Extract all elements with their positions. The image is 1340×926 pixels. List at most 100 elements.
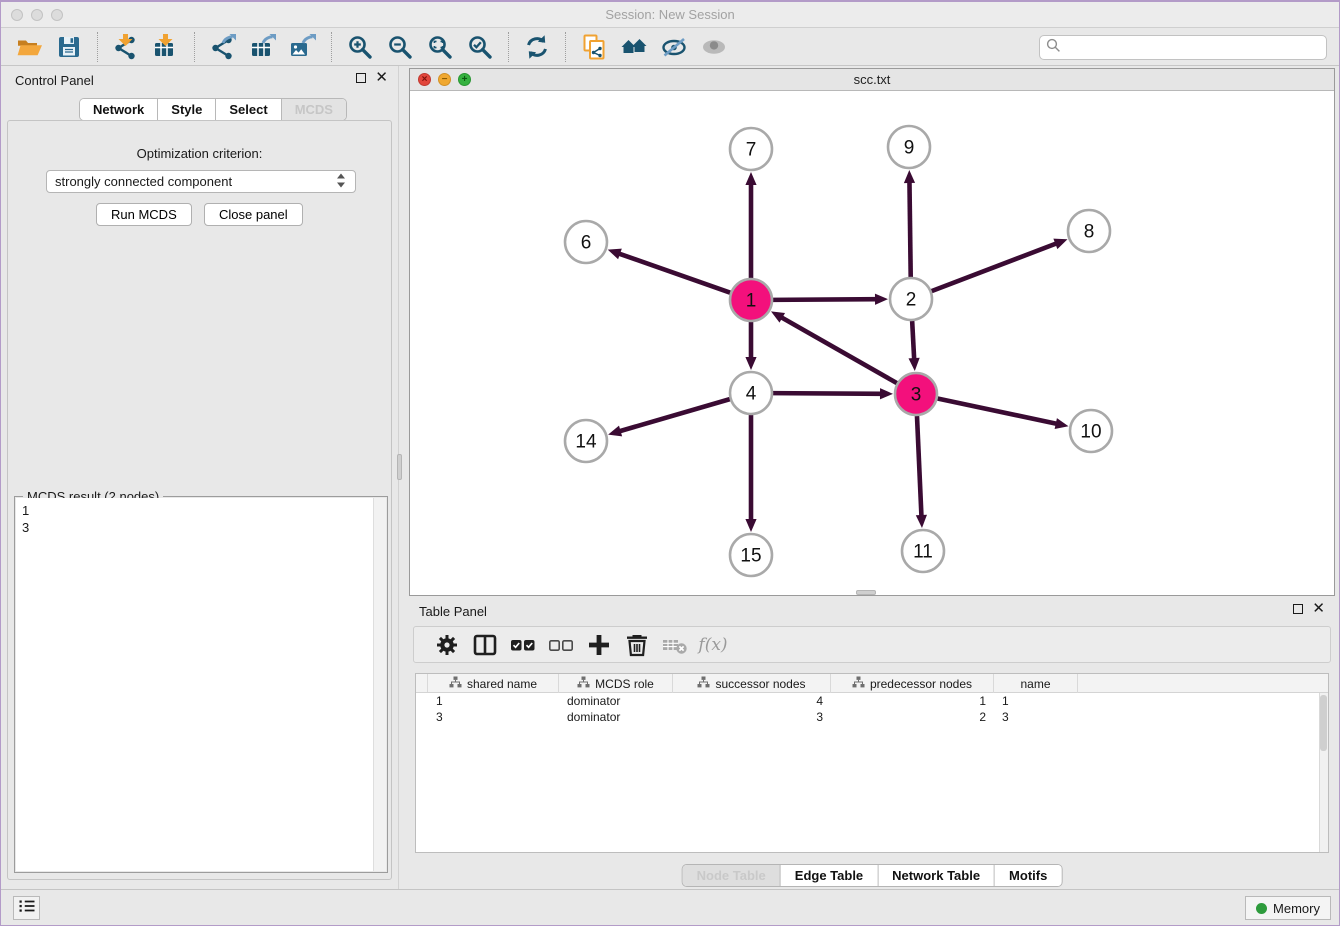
- node-label-15: 15: [740, 546, 761, 567]
- network-canvas[interactable]: 7968124314101511: [410, 91, 1334, 595]
- dropdown-chevrons-icon: [335, 172, 347, 192]
- table-cell[interactable]: 1: [428, 693, 559, 709]
- table-cell[interactable]: 4: [673, 693, 831, 709]
- table-float-icon[interactable]: [1293, 604, 1303, 614]
- column-header-successor-nodes[interactable]: successor nodes: [673, 674, 831, 693]
- tab-select[interactable]: Select: [216, 99, 281, 120]
- arrowhead-4-15: [745, 519, 756, 532]
- import-network-icon[interactable]: [111, 33, 141, 61]
- node-label-3: 3: [911, 385, 922, 406]
- column-header-predecessor-nodes[interactable]: predecessor nodes: [831, 674, 994, 693]
- criterion-dropdown[interactable]: strongly connected component: [46, 170, 356, 193]
- edge-3-11[interactable]: [917, 416, 922, 517]
- column-header-shared-name[interactable]: shared name: [428, 674, 559, 693]
- delete-column-icon[interactable]: [623, 632, 651, 658]
- edge-4-14[interactable]: [619, 399, 730, 431]
- tab-mcds[interactable]: MCDS: [282, 99, 346, 120]
- vertical-splitter-handle[interactable]: [397, 454, 402, 480]
- tab-node-table[interactable]: Node Table: [683, 865, 781, 886]
- select-all-icon[interactable]: [509, 632, 537, 658]
- split-panel-icon[interactable]: [471, 632, 499, 658]
- edge-3-1[interactable]: [781, 317, 897, 383]
- edge-1-2[interactable]: [773, 299, 877, 300]
- table-cell[interactable]: 3: [673, 709, 831, 725]
- edge-4-3[interactable]: [773, 393, 882, 394]
- arrowhead-3-10: [1055, 418, 1069, 429]
- table-row[interactable]: 3dominator323: [416, 709, 1328, 725]
- export-image-icon[interactable]: [288, 33, 318, 61]
- table-cell[interactable]: 3: [428, 709, 559, 725]
- toolbar-separator: [565, 32, 566, 62]
- close-panel-button[interactable]: Close panel: [204, 203, 303, 226]
- node-label-10: 10: [1080, 422, 1101, 443]
- column-header-name[interactable]: name: [994, 674, 1078, 693]
- search-box[interactable]: [1039, 35, 1327, 60]
- table-settings-icon[interactable]: [433, 632, 461, 658]
- column-type-icon: [697, 676, 710, 691]
- arrowhead-2-8: [1053, 239, 1067, 249]
- toolbar-separator: [331, 32, 332, 62]
- edge-3-10[interactable]: [938, 399, 1058, 424]
- tab-edge-table[interactable]: Edge Table: [781, 865, 878, 886]
- task-history-button[interactable]: [13, 896, 40, 920]
- column-header-MCDS-role[interactable]: MCDS role: [559, 674, 673, 693]
- run-mcds-button[interactable]: Run MCDS: [96, 203, 192, 226]
- optimization-label: Optimization criterion:: [8, 146, 391, 161]
- mcds-result-group: MCDS result (2 nodes) 13: [14, 496, 388, 873]
- show-details-icon[interactable]: [699, 33, 729, 61]
- table-close-icon[interactable]: ✕: [1312, 604, 1325, 614]
- column-type-icon: [449, 676, 462, 691]
- edge-2-3[interactable]: [912, 321, 914, 360]
- zoom-selected-icon[interactable]: [465, 33, 495, 61]
- memory-status-icon: [1256, 903, 1267, 914]
- search-input[interactable]: [1061, 41, 1320, 55]
- table-cell[interactable]: dominator: [559, 709, 673, 725]
- edge-2-8[interactable]: [932, 243, 1058, 291]
- zoom-fit-icon[interactable]: [425, 33, 455, 61]
- function-builder-icon: f(x): [699, 632, 727, 658]
- table-cell[interactable]: 3: [994, 709, 1078, 725]
- app-titlebar: Session: New Session: [1, 2, 1339, 28]
- edge-2-9[interactable]: [909, 181, 910, 277]
- tab-motifs[interactable]: Motifs: [995, 865, 1061, 886]
- node-label-11: 11: [913, 542, 933, 563]
- table-scrollbar[interactable]: [1319, 693, 1328, 852]
- zoom-in-icon[interactable]: [345, 33, 375, 61]
- node-label-14: 14: [575, 432, 597, 453]
- horizontal-splitter-handle[interactable]: [856, 590, 876, 595]
- memory-button[interactable]: Memory: [1245, 896, 1331, 920]
- memory-label: Memory: [1273, 901, 1320, 916]
- export-table-icon[interactable]: [248, 33, 278, 61]
- result-scrollbar[interactable]: [373, 498, 386, 871]
- export-network-icon[interactable]: [208, 33, 238, 61]
- tab-network-table[interactable]: Network Table: [878, 865, 995, 886]
- table-cell[interactable]: 1: [831, 693, 994, 709]
- clone-network-icon[interactable]: [579, 33, 609, 61]
- table-cell[interactable]: 1: [994, 693, 1078, 709]
- edge-1-6[interactable]: [618, 253, 730, 292]
- network-window-titlebar[interactable]: × − + scc.txt: [410, 69, 1334, 91]
- arrowhead-1-6: [608, 249, 622, 260]
- table-cell[interactable]: 2: [831, 709, 994, 725]
- zoom-out-icon[interactable]: [385, 33, 415, 61]
- control-panel: Control Panel ✕ NetworkStyleSelectMCDS O…: [1, 66, 399, 892]
- app-title: Session: New Session: [1, 7, 1339, 22]
- add-column-icon[interactable]: [585, 632, 613, 658]
- mcds-result-area[interactable]: 13: [16, 498, 386, 871]
- table-row[interactable]: 1dominator411: [416, 693, 1328, 709]
- deselect-all-icon[interactable]: [547, 632, 575, 658]
- refresh-icon[interactable]: [522, 33, 552, 61]
- control-panel-title: Control Panel: [15, 73, 94, 88]
- table-cell[interactable]: dominator: [559, 693, 673, 709]
- tab-network[interactable]: Network: [80, 99, 158, 120]
- hide-details-icon[interactable]: [659, 33, 689, 61]
- close-panel-icon[interactable]: ✕: [375, 73, 388, 83]
- node-label-8: 8: [1084, 222, 1095, 243]
- float-panel-icon[interactable]: [356, 73, 366, 83]
- save-session-icon[interactable]: [54, 33, 84, 61]
- open-session-icon[interactable]: [14, 33, 44, 61]
- import-table-icon[interactable]: [151, 33, 181, 61]
- tab-style[interactable]: Style: [158, 99, 216, 120]
- home-layout-icon[interactable]: [619, 33, 649, 61]
- node-table[interactable]: shared nameMCDS rolesuccessor nodesprede…: [415, 673, 1329, 853]
